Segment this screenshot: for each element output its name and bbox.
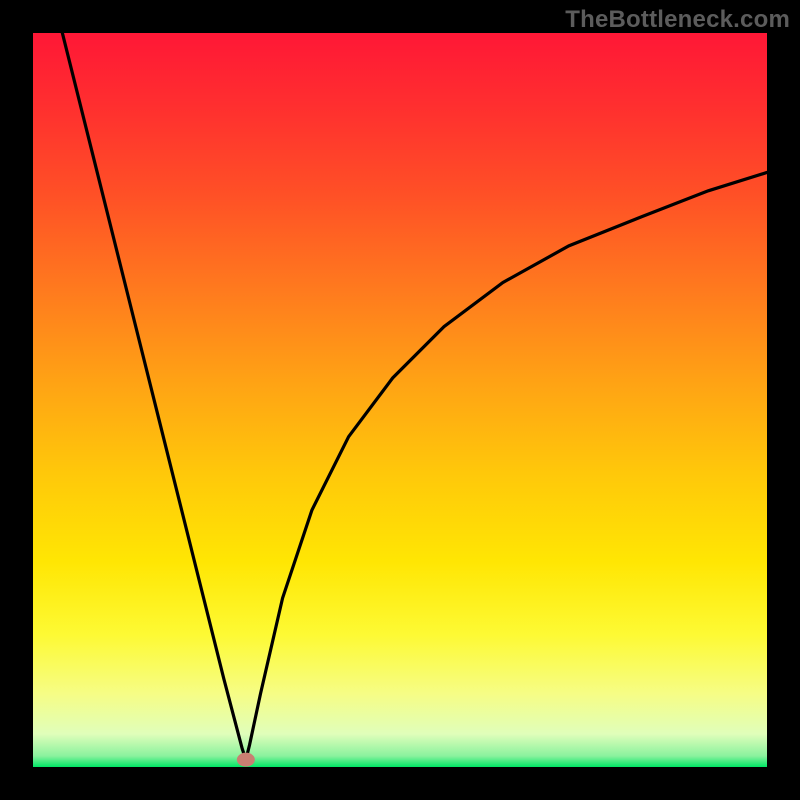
minimum-marker [237,753,255,767]
plot-area [33,33,767,767]
chart-svg [33,33,767,767]
watermark-text: TheBottleneck.com [565,6,790,34]
gradient-background [33,33,767,767]
chart-container: TheBottleneck.com [0,0,800,800]
